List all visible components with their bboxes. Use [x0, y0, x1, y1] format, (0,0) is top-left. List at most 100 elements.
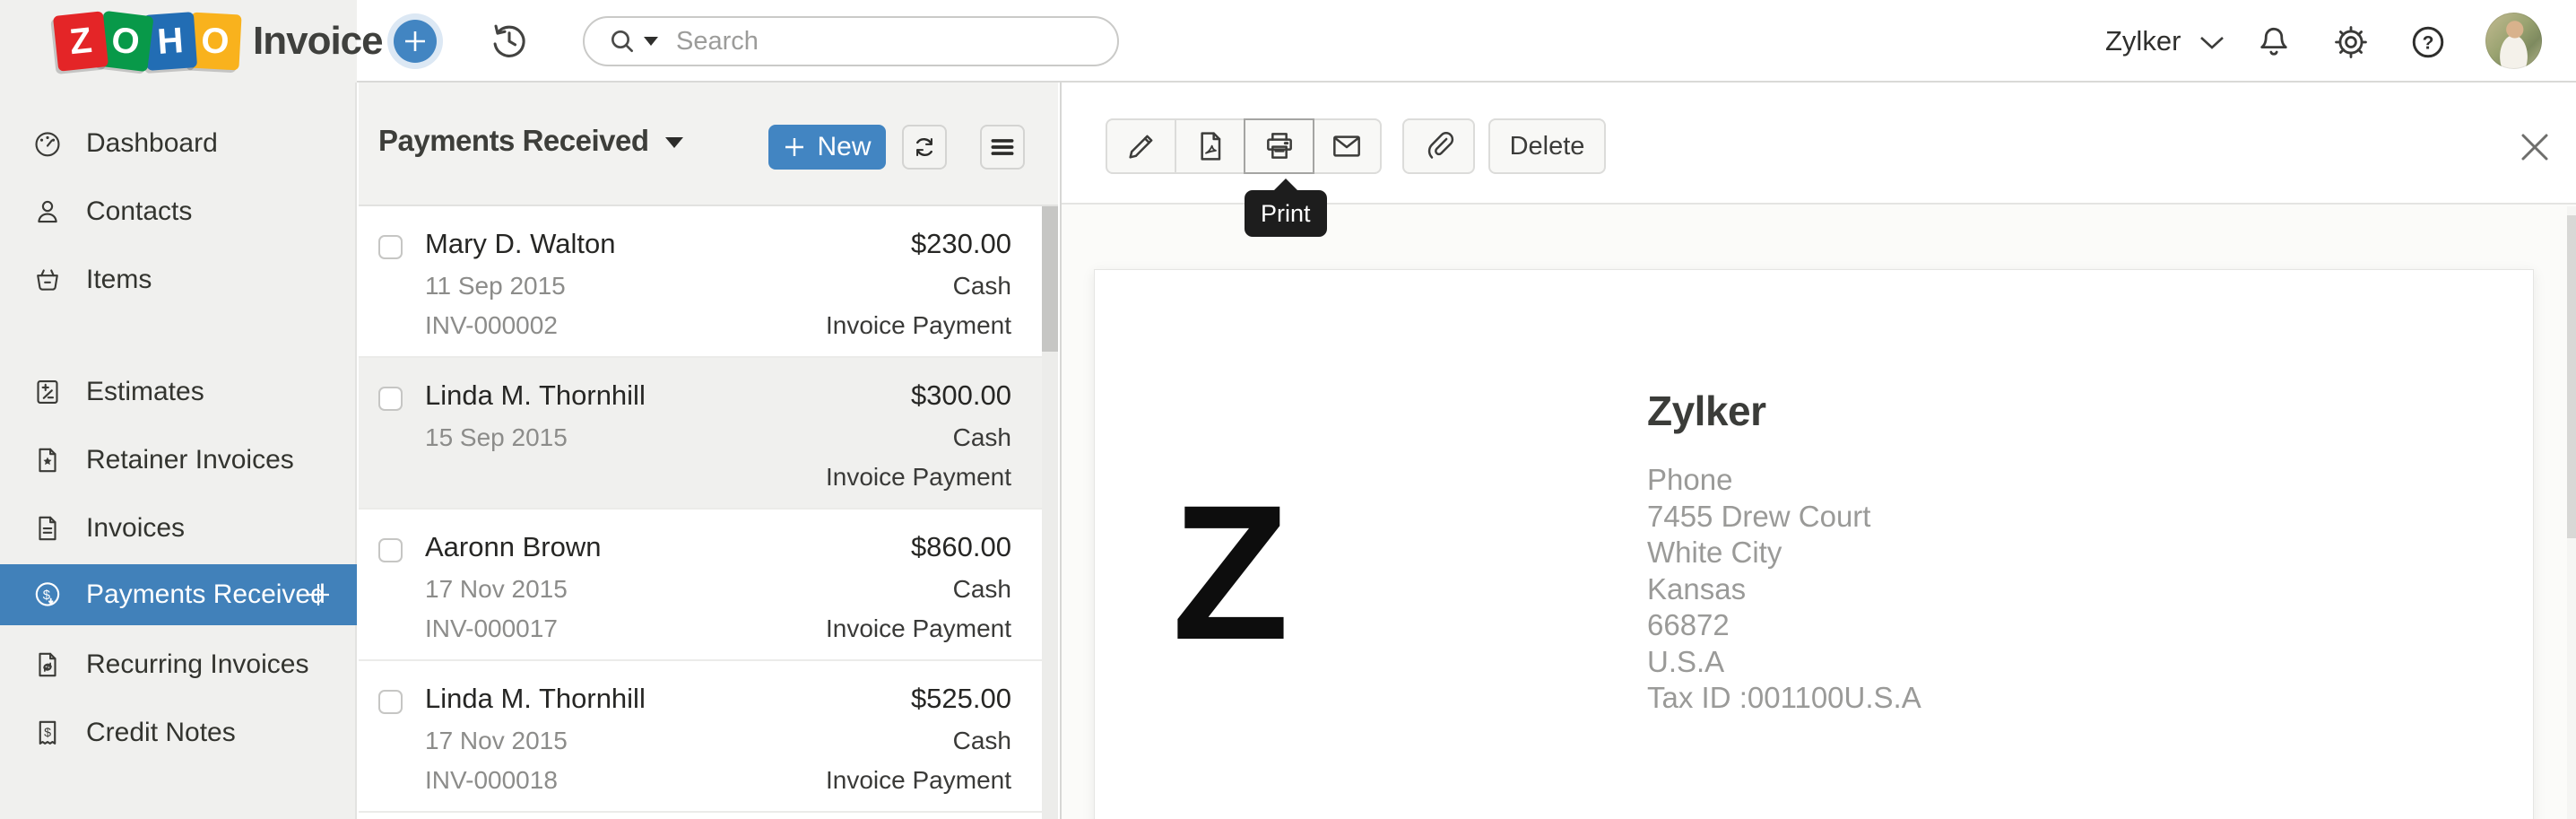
plus-icon — [402, 28, 429, 55]
doc-lines-icon — [32, 513, 63, 544]
edit-button[interactable] — [1106, 118, 1176, 174]
estimate-calc-icon — [32, 377, 63, 407]
row-checkbox[interactable] — [378, 235, 403, 259]
top-bar: Z O H O Invoice — [0, 0, 2576, 83]
pdf-file-icon — [1193, 128, 1228, 164]
payment-date: 17 Nov 2015 — [425, 575, 568, 604]
settings-button[interactable] — [2332, 23, 2370, 61]
person-icon — [32, 196, 63, 227]
gear-icon — [2332, 23, 2370, 61]
payment-row[interactable]: Linda M. Thornhill $300.00 15 Sep 2015 C… — [359, 358, 1042, 510]
quick-create-button[interactable] — [394, 20, 437, 63]
company-address: Phone 7455 Drew Court White City Kansas … — [1647, 462, 1921, 717]
basket-icon — [32, 265, 63, 295]
sidebar-item-label: Invoices — [86, 513, 185, 544]
payment-mode: Cash — [953, 575, 1011, 604]
sidebar-item-invoices[interactable]: Invoices — [0, 498, 357, 559]
top-bar-left: Z O H O Invoice — [0, 0, 357, 83]
bell-icon — [2255, 23, 2293, 61]
list-scrollbar[interactable] — [1042, 206, 1058, 819]
sidebar-item-label: Credit Notes — [86, 718, 236, 748]
recent-history-button[interactable] — [488, 20, 531, 63]
sidebar-item-label: Payments Received — [86, 579, 325, 610]
address-line: Kansas — [1647, 571, 1921, 608]
new-payment-button[interactable]: New — [768, 125, 886, 170]
sidebar-item-dashboard[interactable]: Dashboard — [0, 113, 357, 174]
sidebar-item-items[interactable]: Items — [0, 249, 357, 310]
list-menu-button[interactable] — [980, 125, 1025, 170]
payment-date: 17 Nov 2015 — [425, 727, 568, 755]
question-mark-icon: ? — [2409, 23, 2447, 61]
global-search — [583, 16, 1119, 66]
payment-type: Invoice Payment — [826, 766, 1011, 795]
print-tooltip-label: Print — [1261, 200, 1311, 228]
payment-type: Invoice Payment — [826, 614, 1011, 643]
list-title-menu[interactable]: Payments Received — [378, 124, 683, 158]
payment-amount: $230.00 — [911, 228, 1011, 260]
payment-row[interactable]: Linda M. Thornhill $525.00 17 Nov 2015 C… — [359, 661, 1042, 813]
detail-scrollbar[interactable] — [2567, 206, 2576, 819]
print-button[interactable] — [1244, 118, 1314, 174]
delete-button[interactable]: Delete — [1488, 118, 1606, 174]
payment-mode: Cash — [953, 727, 1011, 755]
row-checkbox[interactable] — [378, 690, 403, 714]
payer-name: Linda M. Thornhill — [425, 379, 646, 412]
new-payment-plus-icon[interactable] — [303, 579, 334, 610]
list-title: Payments Received — [378, 124, 649, 158]
list-scrollbar-thumb[interactable] — [1042, 206, 1058, 352]
payment-mode: Cash — [953, 272, 1011, 301]
sidebar-nav: Dashboard Contacts Items Estimates Retai — [0, 83, 357, 819]
notifications-button[interactable] — [2255, 23, 2293, 61]
sidebar-item-label: Estimates — [86, 377, 204, 407]
doc-star-icon — [32, 445, 63, 475]
org-caret-icon — [2199, 35, 2225, 51]
dashboard-gauge-icon — [32, 128, 63, 159]
address-line: White City — [1647, 535, 1921, 571]
organization-switcher[interactable]: Zylker — [2105, 0, 2225, 83]
doc-dollar-icon: $ — [32, 718, 63, 748]
payer-name: Mary D. Walton — [425, 228, 615, 260]
paperclip-icon — [1421, 128, 1457, 164]
company-name: Zylker — [1647, 387, 1766, 435]
detail-toolbar: Delete Print — [1062, 83, 2576, 205]
close-detail-button[interactable] — [2520, 132, 2550, 162]
search-input[interactable] — [676, 27, 1071, 57]
hamburger-icon — [987, 132, 1018, 162]
attachments-button[interactable] — [1402, 118, 1475, 174]
doc-recurring-icon — [32, 649, 63, 680]
delete-button-label: Delete — [1510, 132, 1585, 161]
search-scope-caret-icon[interactable] — [644, 37, 658, 46]
payments-rows: Mary D. Walton $230.00 11 Sep 2015 Cash … — [359, 206, 1042, 813]
detail-scrollbar-thumb[interactable] — [2567, 215, 2576, 538]
address-line: Phone — [1647, 462, 1921, 499]
close-icon — [2520, 132, 2550, 162]
payer-name: Linda M. Thornhill — [425, 683, 646, 715]
user-avatar[interactable] — [2485, 13, 2542, 69]
product-name: Invoice — [253, 19, 383, 64]
payment-row[interactable]: Aaronn Brown $860.00 17 Nov 2015 Cash IN… — [359, 510, 1042, 661]
sidebar-item-credit-notes[interactable]: $ Credit Notes — [0, 702, 357, 763]
sidebar-item-estimates[interactable]: Estimates — [0, 362, 357, 423]
sidebar-item-contacts[interactable]: Contacts — [0, 181, 357, 242]
payment-type: Invoice Payment — [826, 463, 1011, 492]
invoice-ref: INV-000017 — [425, 614, 558, 643]
printer-icon — [1262, 128, 1297, 164]
pdf-button[interactable] — [1175, 118, 1245, 174]
row-checkbox[interactable] — [378, 538, 403, 562]
sidebar-item-retainer-invoices[interactable]: Retainer Invoices — [0, 430, 357, 491]
address-line: 66872 — [1647, 607, 1921, 644]
payment-row[interactable]: Mary D. Walton $230.00 11 Sep 2015 Cash … — [359, 206, 1042, 358]
sidebar-item-payments-received[interactable]: $ Payments Received — [0, 564, 357, 625]
address-line: 7455 Drew Court — [1647, 499, 1921, 536]
sidebar-item-label: Retainer Invoices — [86, 445, 294, 475]
row-checkbox[interactable] — [378, 387, 403, 411]
sidebar-item-recurring-invoices[interactable]: Recurring Invoices — [0, 634, 357, 695]
refresh-list-button[interactable] — [902, 125, 947, 170]
payment-receipt-preview: Z Zylker Phone 7455 Drew Court White Cit… — [1094, 269, 2534, 819]
payment-amount: $860.00 — [911, 531, 1011, 563]
help-button[interactable]: ? — [2409, 23, 2447, 61]
pencil-icon — [1123, 128, 1159, 164]
zoho-invoice-logo[interactable]: Z O H O Invoice — [56, 13, 429, 69]
sidebar-item-label: Recurring Invoices — [86, 649, 308, 680]
email-button[interactable] — [1311, 118, 1382, 174]
